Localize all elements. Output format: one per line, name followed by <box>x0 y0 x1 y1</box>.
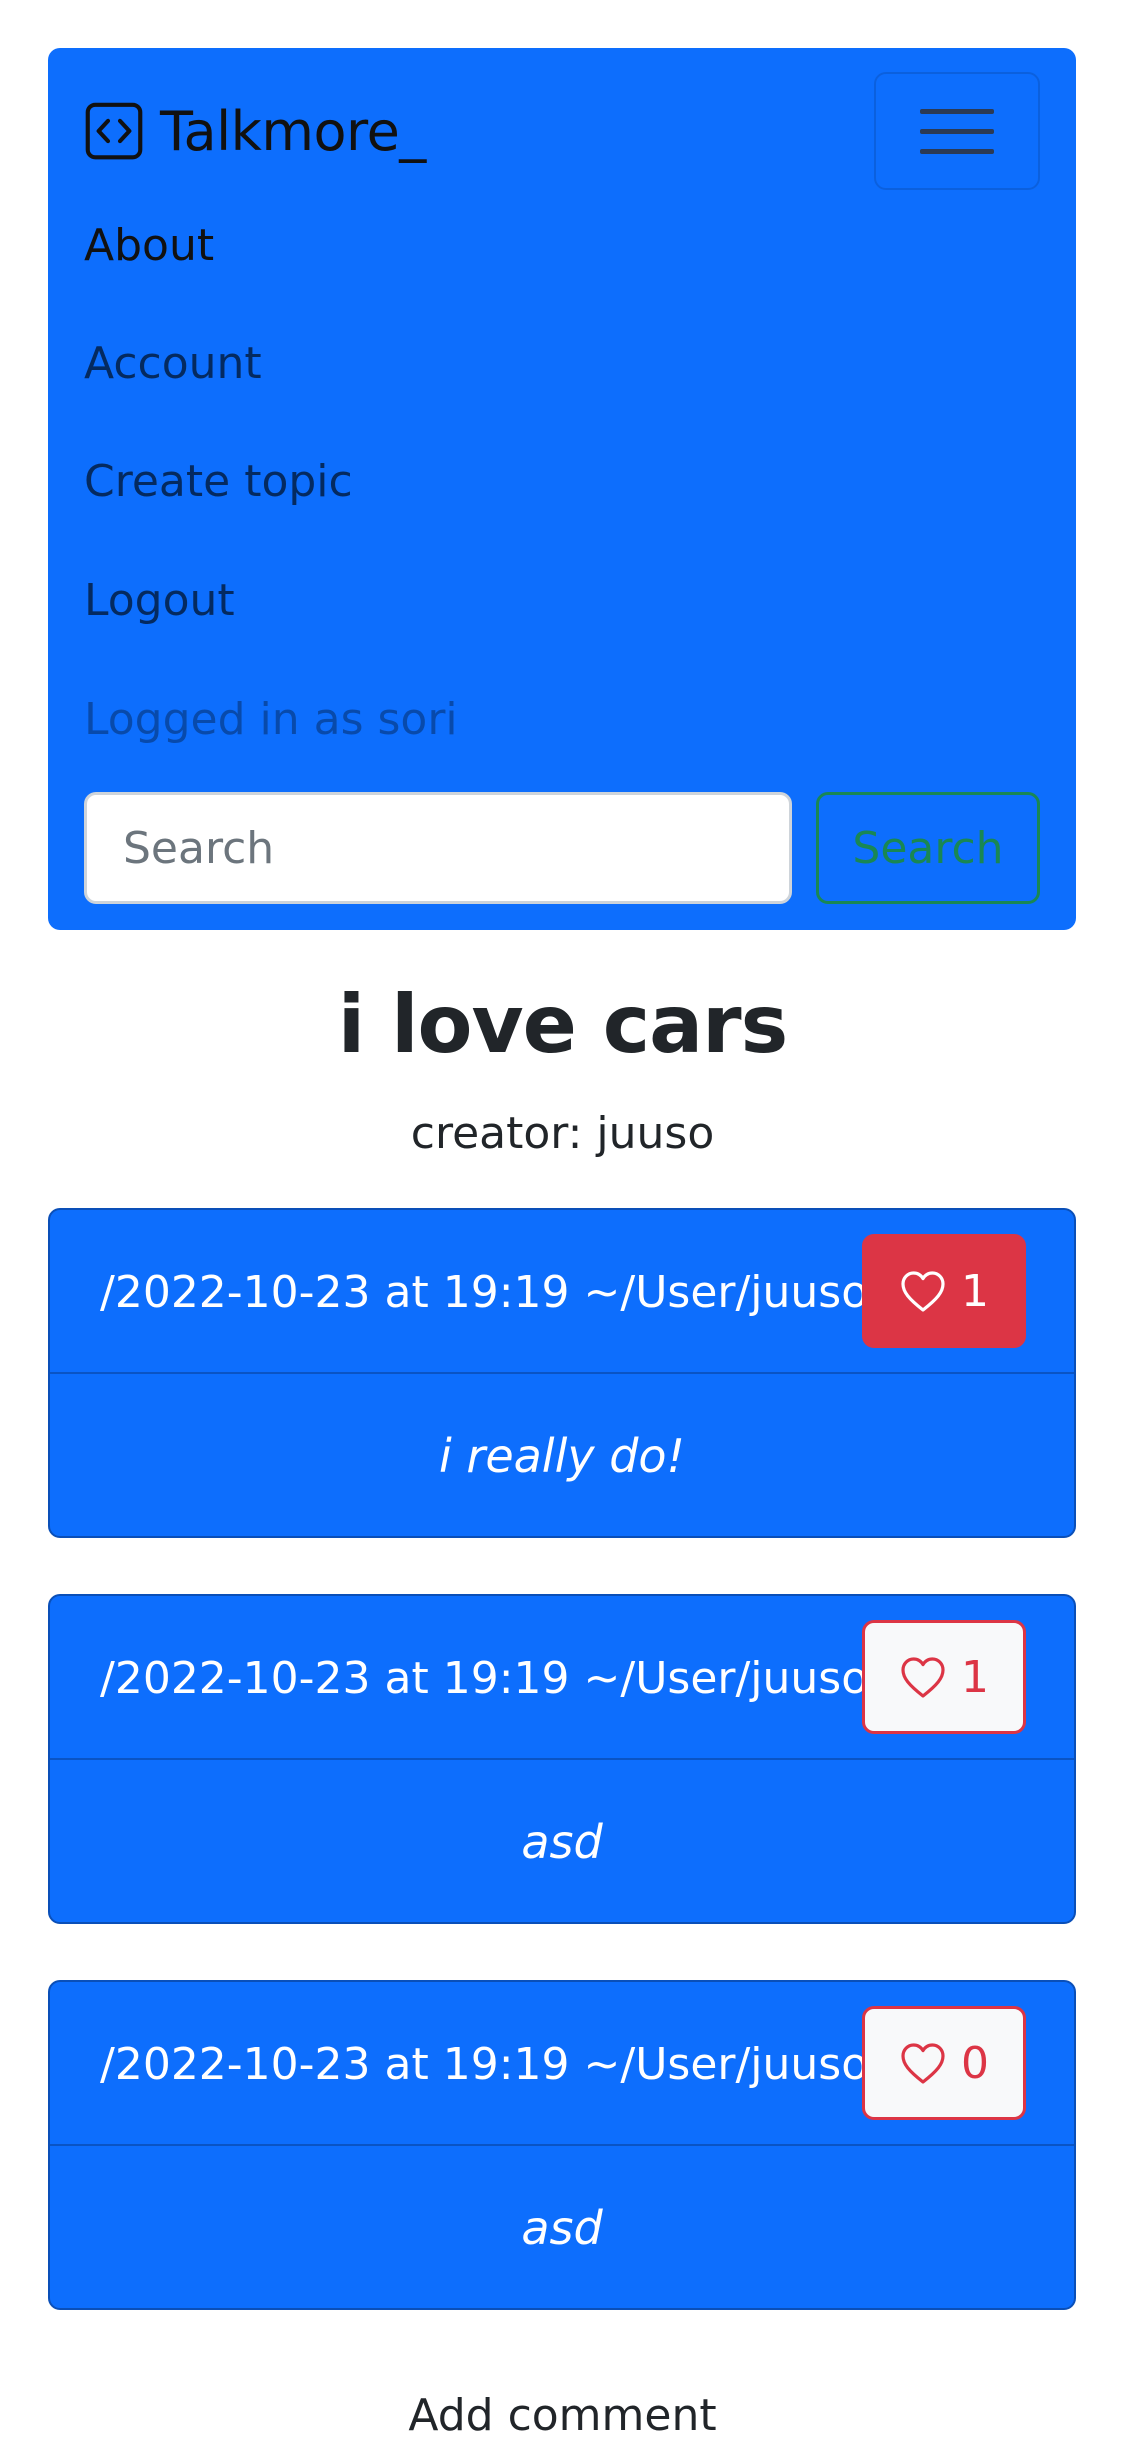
brand-link[interactable]: Talkmore_ <box>84 96 426 166</box>
menu-toggle-button[interactable] <box>874 72 1040 190</box>
comment-text: asd <box>521 2201 603 2255</box>
comment-meta: /2022-10-23 at 19:19 ~/User/juuso <box>100 1652 869 1704</box>
nav-link-create-topic[interactable]: Create topic <box>84 456 353 507</box>
heart-icon <box>901 1271 945 1312</box>
comment-header: /2022-10-23 at 19:19 ~/User/juuso 1 <box>50 1210 1074 1374</box>
hamburger-menu-icon <box>920 108 994 114</box>
navbar: Talkmore_ About Account Create topic Log… <box>48 48 1076 930</box>
topic-creator: creator: juuso <box>410 1108 715 1159</box>
comment-card: /2022-10-23 at 19:19 ~/User/juuso 1 i re… <box>48 1208 1076 1538</box>
topic-title: i love cars <box>337 978 788 1071</box>
comment-text: i really do! <box>439 1429 685 1483</box>
search-input[interactable] <box>84 792 792 904</box>
comment-text: asd <box>521 1815 603 1869</box>
search-button[interactable]: Search <box>816 792 1040 904</box>
comment-meta: /2022-10-23 at 19:19 ~/User/juuso <box>100 2038 869 2090</box>
comment-meta: /2022-10-23 at 19:19 ~/User/juuso <box>100 1266 869 1318</box>
comment-header: /2022-10-23 at 19:19 ~/User/juuso 0 <box>50 1982 1074 2146</box>
like-button[interactable]: 1 <box>862 1620 1026 1734</box>
brand-name: Talkmore_ <box>160 99 426 163</box>
add-comment-heading: Add comment <box>408 2390 717 2441</box>
like-button[interactable]: 1 <box>862 1234 1026 1348</box>
comment-header: /2022-10-23 at 19:19 ~/User/juuso 1 <box>50 1596 1074 1760</box>
like-button[interactable]: 0 <box>862 2006 1026 2120</box>
nav-link-account[interactable]: Account <box>84 338 262 389</box>
nav-link-about[interactable]: About <box>84 220 214 271</box>
login-status: Logged in as sori <box>84 694 458 745</box>
like-count: 1 <box>961 1651 989 1703</box>
heart-icon <box>901 1657 945 1698</box>
comment-card: /2022-10-23 at 19:19 ~/User/juuso 0 asd <box>48 1980 1076 2310</box>
like-count: 0 <box>961 2037 989 2089</box>
nav-link-logout[interactable]: Logout <box>84 575 235 626</box>
code-square-icon <box>85 102 143 160</box>
like-count: 1 <box>961 1265 989 1317</box>
heart-icon <box>901 2043 945 2084</box>
comment-card: /2022-10-23 at 19:19 ~/User/juuso 1 asd <box>48 1594 1076 1924</box>
